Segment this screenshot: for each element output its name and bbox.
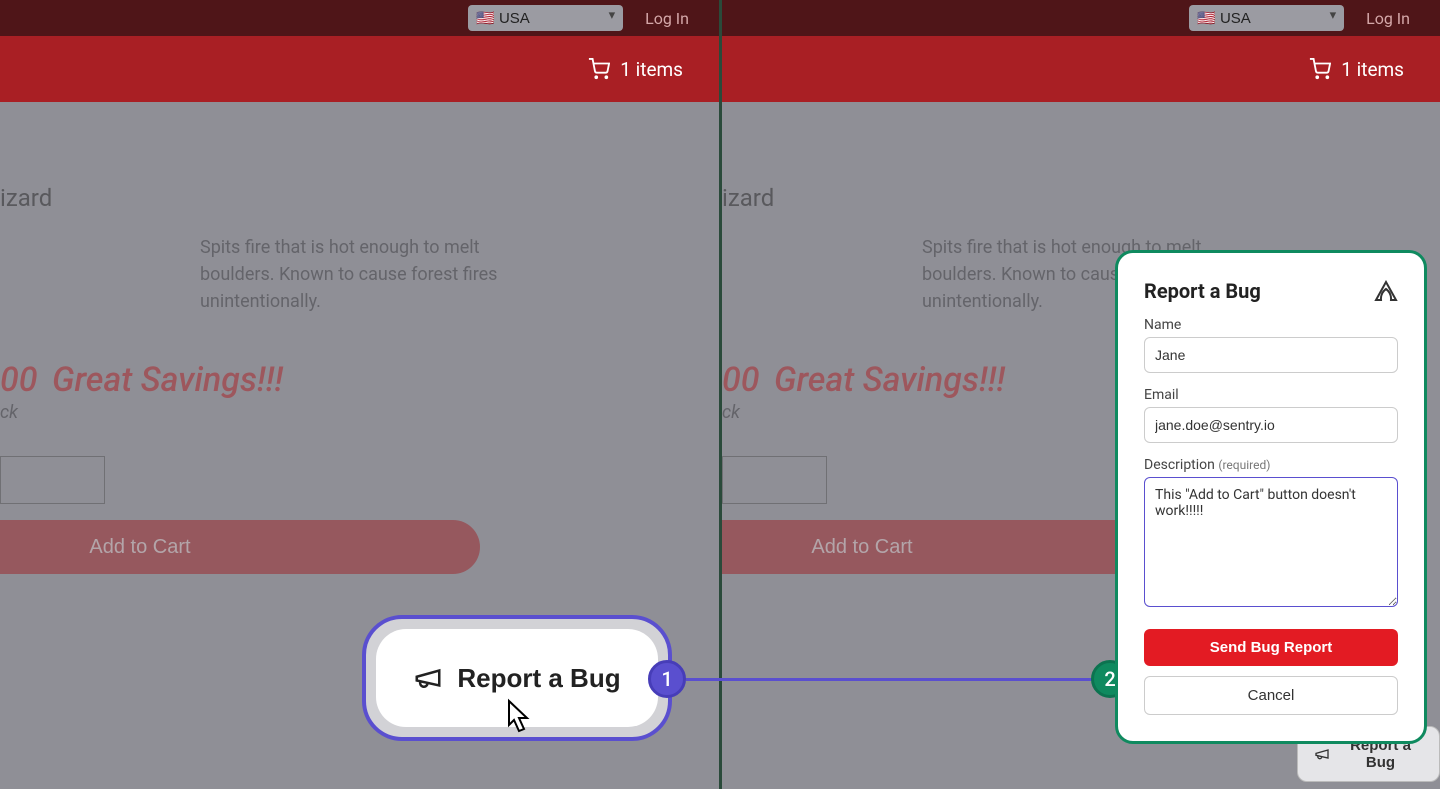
report-bug-highlight-outline: Report a Bug xyxy=(362,615,672,741)
feedback-modal: Report a Bug Name Email Description (req… xyxy=(1126,261,1416,733)
cancel-button[interactable]: Cancel xyxy=(1144,676,1398,715)
modal-title: Report a Bug xyxy=(1144,279,1261,303)
description-textarea[interactable]: This "Add to Cart" button doesn't work!!… xyxy=(1144,477,1398,607)
cart-items-label[interactable]: 1 items xyxy=(1341,58,1404,81)
cart-bar: 1 items xyxy=(0,36,719,102)
modal-header: Report a Bug xyxy=(1144,279,1398,303)
cart-icon[interactable] xyxy=(588,58,610,80)
report-bug-label: Report a Bug xyxy=(457,663,620,694)
login-link[interactable]: Log In xyxy=(645,9,689,28)
description-label-text: Description xyxy=(1144,457,1215,473)
cart-items-label[interactable]: 1 items xyxy=(620,58,683,81)
country-select-wrap: 🇺🇸 USA xyxy=(468,5,623,31)
cart-icon[interactable] xyxy=(1309,58,1331,80)
country-select[interactable]: 🇺🇸 USA xyxy=(1189,5,1344,31)
email-label: Email xyxy=(1144,387,1398,403)
description-label: Description (required) xyxy=(1144,457,1398,473)
megaphone-icon xyxy=(1314,746,1330,762)
report-bug-button[interactable]: Report a Bug xyxy=(376,629,658,727)
feedback-modal-outline: Report a Bug Name Email Description (req… xyxy=(1115,250,1427,744)
country-select-wrap: 🇺🇸 USA xyxy=(1189,5,1344,31)
send-bug-report-button[interactable]: Send Bug Report xyxy=(1144,629,1398,666)
email-input[interactable] xyxy=(1144,407,1398,443)
topbar: 🇺🇸 USA Log In xyxy=(722,0,1440,36)
megaphone-icon xyxy=(413,663,443,693)
country-select[interactable]: 🇺🇸 USA xyxy=(468,5,623,31)
sentry-logo-icon xyxy=(1374,280,1398,302)
topbar: 🇺🇸 USA Log In xyxy=(0,0,719,36)
step-connector-line xyxy=(686,678,1094,681)
name-label: Name xyxy=(1144,317,1398,333)
description-required-text: (required) xyxy=(1218,458,1270,472)
cart-bar: 1 items xyxy=(722,36,1440,102)
step-badge-1: 1 xyxy=(648,660,686,698)
panel-divider xyxy=(719,0,722,789)
name-input[interactable] xyxy=(1144,337,1398,373)
login-link[interactable]: Log In xyxy=(1366,9,1410,28)
